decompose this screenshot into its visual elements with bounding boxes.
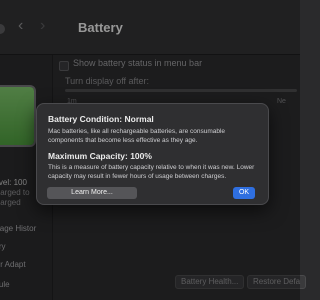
learn-more-button[interactable]: Learn More... — [47, 187, 137, 199]
battery-health-dialog: Battery Condition: Normal Mac batteries,… — [36, 103, 269, 205]
battery-condition-text: Mac batteries, like all rechargeable bat… — [48, 128, 226, 144]
battery-condition-heading: Battery Condition: Normal — [48, 114, 154, 124]
maximum-capacity-text: This is a measure of battery capacity re… — [48, 164, 255, 180]
ok-button[interactable]: OK — [233, 187, 255, 199]
maximum-capacity-heading: Maximum Capacity: 100% — [48, 151, 152, 161]
